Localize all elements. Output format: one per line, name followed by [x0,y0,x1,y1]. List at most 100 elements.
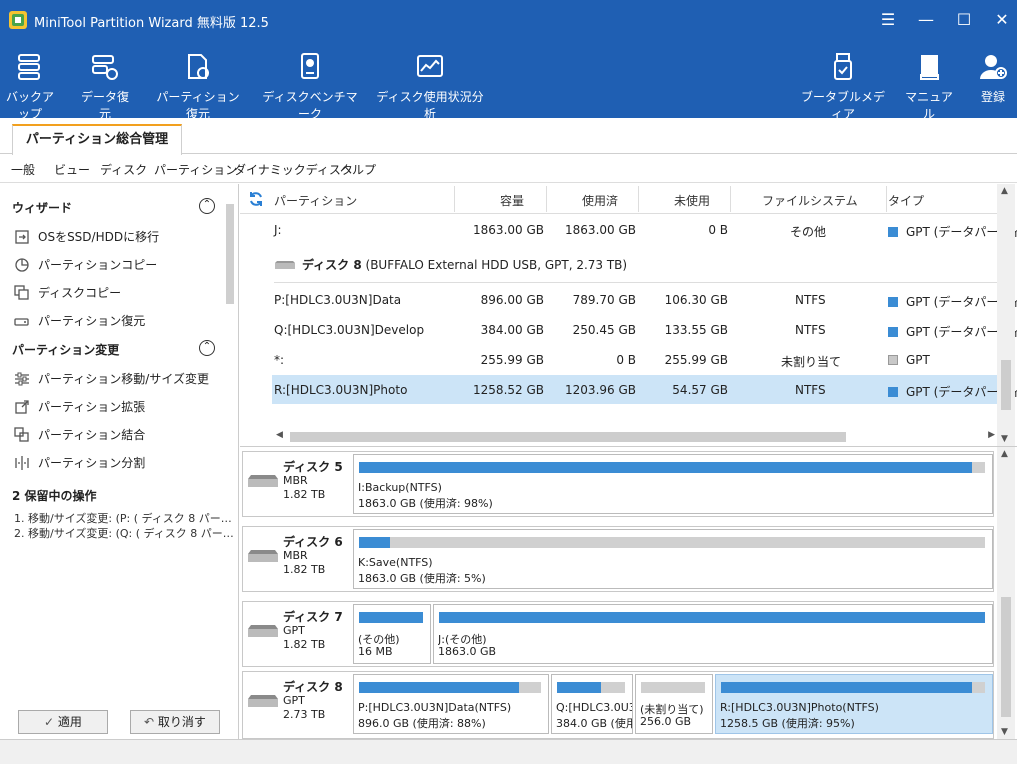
partition-label: R:[HDLC3.0U3N]Photo(NTFS) [720,701,879,714]
refresh-icon[interactable] [248,191,264,207]
collapse-wizard-icon[interactable]: ⌃ [199,198,215,214]
cell-partition: P:[HDLC3.0U3N]Data [274,293,402,307]
partition-size: 1863.0 GB (使用済: 5%) [358,572,486,585]
register-label: 登録 [980,90,1005,104]
disk8-header[interactable]: ディスク 8 (BUFFALO External HDD USB, GPT, 2… [274,256,627,273]
pending-item-2[interactable]: 2. 移動/サイズ変更: (Q: ( ディスク 8 パー… [14,525,234,541]
partition-block[interactable]: J:(その他) 1863.0 GB [433,604,993,664]
partition-recovery-icon [188,54,209,79]
minimize-button[interactable]: — [917,10,935,29]
partition-recovery-item[interactable]: パーティション復元 [14,312,145,329]
copy-partition-item[interactable]: パーティションコピー [14,256,157,273]
split-partition-item[interactable]: パーティション分割 [14,454,145,471]
data-recovery-button[interactable]: データ復元 [76,52,134,122]
usage-bar [359,682,541,693]
merge-icon [14,426,29,442]
col-filesystem[interactable]: ファイルシステム [762,192,858,209]
partition-label: K:Save(NTFS) [358,556,433,569]
disk-name: ディスク 5 [283,460,343,474]
register-button[interactable]: 登録 [974,52,1012,105]
pending-item-1[interactable]: 1. 移動/サイズ変更: (P: ( ディスク 8 パー… [14,510,232,526]
col-type[interactable]: タイプ [888,192,924,209]
manual-button[interactable]: マニュアル [904,52,954,122]
space-analyzer-button[interactable]: ディスク使用状況分析 [376,52,484,122]
menu-dynamic-disk[interactable]: ダイナミックディスク [234,161,353,178]
menu-help[interactable]: ヘルプ [340,161,376,178]
partition-block-selected[interactable]: R:[HDLC3.0U3N]Photo(NTFS) 1258.5 GB (使用済… [715,674,993,734]
bootable-media-button[interactable]: ブータブルメディア [800,52,886,122]
disk-size: 2.73 TB [283,708,326,721]
disk-7-info: ディスク 7 GPT 1.82 TB [243,602,353,666]
app-logo-icon [9,11,27,29]
scroll-left-icon[interactable]: ◀ [276,430,283,440]
left-scrollbar[interactable] [224,196,236,470]
disk-6-info: ディスク 6 MBR 1.82 TB [243,527,353,591]
disk-6-panel[interactable]: ディスク 6 MBR 1.82 TB K:Save(NTFS) 1863.0 G… [242,526,994,592]
scroll-up-icon[interactable]: ▲ [1001,449,1008,459]
col-partition[interactable]: パーティション [274,192,357,209]
partition-recovery-button[interactable]: パーティション復元 [152,52,244,122]
apply-button[interactable]: ✓ 適用 [18,710,108,734]
disk-benchmark-button[interactable]: ディスクベンチマーク [262,52,358,122]
cell-used: 250.45 GB [572,323,636,337]
partition-block[interactable]: (その他) 16 MB [353,604,431,664]
col-unused[interactable]: 未使用 [674,192,710,209]
table-vertical-scrollbar[interactable]: ▲ ▼ [997,184,1015,446]
partition-block[interactable]: Q:[HDLC3.0U3N]D 384.0 GB (使用済 [551,674,633,734]
copy-partition-icon [15,257,29,272]
col-used[interactable]: 使用済 [582,192,618,209]
move-resize-item[interactable]: パーティション移動/サイズ変更 [14,370,209,387]
table-row[interactable]: P:[HDLC3.0U3N]Data 896.00 GB 789.70 GB 1… [272,285,1017,314]
migrate-os-icon [15,229,29,244]
backup-button[interactable]: バックアップ [4,52,56,122]
col-capacity[interactable]: 容量 [500,192,524,209]
partition-block[interactable]: I:Backup(NTFS) 1863.0 GB (使用済: 98%) [353,454,993,514]
undo-button[interactable]: ↶ 取り消す [130,710,220,734]
main-toolbar: バックアップ データ復元 パーティション復元 ディスクベンチマーク ディスク使用… [0,40,1017,121]
menu-icon[interactable]: ☰ [879,10,897,29]
partition-size: 384.0 GB (使用済 [556,717,632,730]
cell-filesystem: NTFS [795,293,826,307]
partition-block[interactable]: (未割り当て) 256.0 GB [635,674,713,734]
disk-type: GPT [283,624,305,637]
disk-7-panel[interactable]: ディスク 7 GPT 1.82 TB (その他) 16 MB J:(その他) 1… [242,601,994,667]
table-row-selected[interactable]: R:[HDLC3.0U3N]Photo 1258.52 GB 1203.96 G… [272,375,1017,404]
scroll-right-icon[interactable]: ▶ [988,430,995,440]
disk-8-panel[interactable]: ディスク 8 GPT 2.73 TB P:[HDLC3.0U3N]Data(NT… [242,671,994,739]
change-section-title: パーティション変更 [12,343,120,357]
cell-unused: 133.55 GB [664,323,728,337]
menu-disk[interactable]: ディスク [100,161,147,178]
main-panel: パーティション 容量 使用済 未使用 ファイルシステム タイプ J: 1863.… [240,184,1017,739]
table-row[interactable]: J: 1863.00 GB 1863.00 GB 0 B その他 GPT (デー… [272,215,1017,244]
table-row[interactable]: Q:[HDLC3.0U3N]Develop 384.00 GB 250.45 G… [272,315,1017,344]
horizontal-scrollbar[interactable]: ◀ ▶ [274,429,997,445]
scroll-up-icon[interactable]: ▲ [1001,186,1008,196]
menu-partition[interactable]: パーティション [154,161,237,178]
cell-capacity: 896.00 GB [480,293,544,307]
copy-disk-item[interactable]: ディスクコピー [14,284,121,301]
data-partition-swatch [888,327,898,337]
maximize-button[interactable]: ☐ [955,10,973,29]
scroll-down-icon[interactable]: ▼ [1001,434,1008,444]
disk-5-panel[interactable]: ディスク 5 MBR 1.82 TB I:Backup(NTFS) 1863.0… [242,451,994,517]
disk-name: ディスク 7 [283,610,343,624]
partition-block[interactable]: P:[HDLC3.0U3N]Data(NTFS) 896.0 GB (使用済: … [353,674,549,734]
partition-size: 896.0 GB (使用済: 88%) [358,717,486,730]
collapse-change-icon[interactable]: ⌃ [199,340,215,356]
cell-unused: 106.30 GB [664,293,728,307]
backup-label: バックアップ [5,90,54,121]
user-add-icon [980,55,1007,79]
extend-partition-item[interactable]: パーティション拡張 [14,398,145,415]
migrate-os-item[interactable]: OSをSSD/HDDに移行 [14,228,159,245]
diskmap-vertical-scrollbar[interactable]: ▲ ▼ [997,447,1015,739]
apply-label: 適用 [57,715,82,729]
table-row[interactable]: *: 255.99 GB 0 B 255.99 GB 未割り当て GPT [272,345,997,374]
scroll-down-icon[interactable]: ▼ [1001,727,1008,737]
close-button[interactable]: ✕ [993,10,1011,29]
tab-partition-management[interactable]: パーティション総合管理 [12,124,182,155]
menu-view[interactable]: ビュー [54,161,90,178]
merge-partition-item[interactable]: パーティション結合 [14,426,145,443]
menu-general[interactable]: 一般 [11,161,35,178]
partition-block[interactable]: K:Save(NTFS) 1863.0 GB (使用済: 5%) [353,529,993,589]
data-partition-swatch [888,227,898,237]
